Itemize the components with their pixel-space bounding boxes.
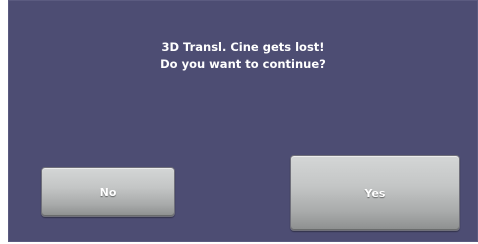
message-line-2: Do you want to continue? xyxy=(160,57,326,71)
no-button-label: No xyxy=(99,185,117,199)
no-button[interactable]: No xyxy=(41,167,175,217)
yes-button-label: Yes xyxy=(364,186,386,200)
page: 3D Transl. Cine gets lost! Do you want t… xyxy=(0,0,478,244)
dialog-message: 3D Transl. Cine gets lost! Do you want t… xyxy=(9,39,477,73)
confirmation-dialog: 3D Transl. Cine gets lost! Do you want t… xyxy=(8,0,478,242)
yes-button[interactable]: Yes xyxy=(290,155,460,231)
message-line-1: 3D Transl. Cine gets lost! xyxy=(161,40,325,54)
